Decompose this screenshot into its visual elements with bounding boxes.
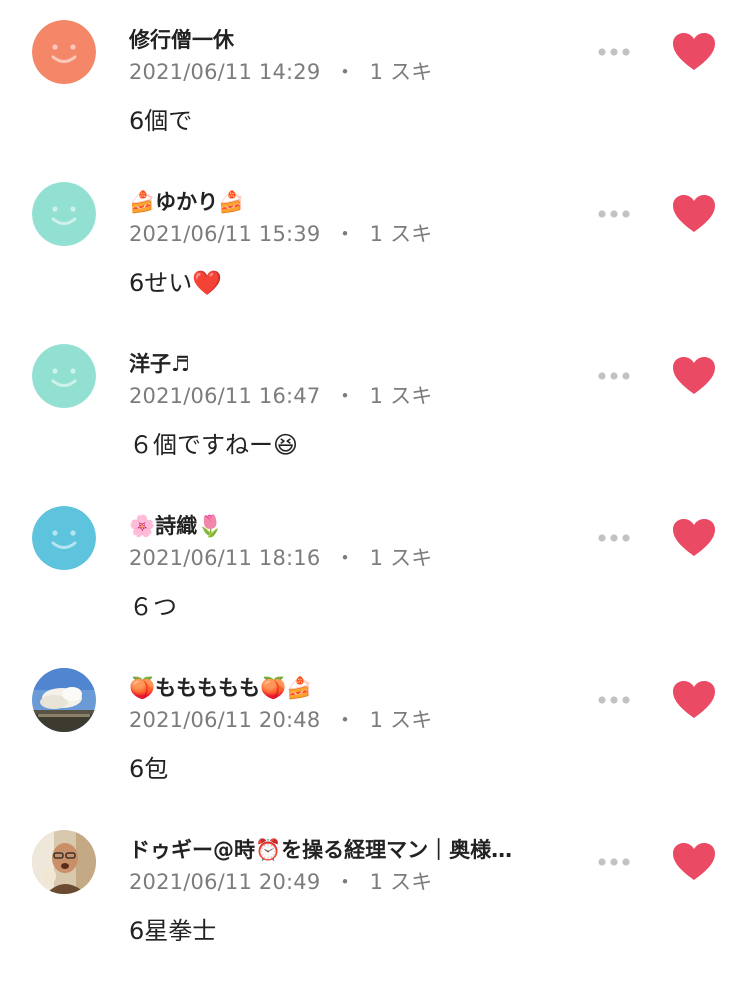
- comment-text: 6せい❤️: [129, 269, 223, 297]
- comment-author-name[interactable]: 🍑ももももも🍑🍰: [129, 674, 312, 702]
- comment-like-count[interactable]: 1 スキ: [370, 382, 433, 410]
- meta-separator: ・: [334, 870, 356, 894]
- meta-separator: ・: [334, 384, 356, 408]
- comment-text: ６つ: [129, 593, 177, 621]
- comment-author-name[interactable]: 洋子♬: [129, 350, 190, 378]
- comment-like-count[interactable]: 1 スキ: [370, 220, 433, 248]
- comment-timestamp: 2021/06/11 20:48: [129, 708, 321, 732]
- like-heart-icon[interactable]: [672, 680, 716, 720]
- comment-timestamp: 2021/06/11 18:16: [129, 546, 321, 570]
- comment-timestamp: 2021/06/11 15:39: [129, 222, 321, 246]
- comment-timestamp: 2021/06/11 20:49: [129, 870, 321, 894]
- comment-author-name[interactable]: ドゥギー@時⏰を操る経理マン｜奥様…: [129, 836, 512, 864]
- like-heart-icon[interactable]: [672, 842, 716, 882]
- more-options-icon[interactable]: [596, 690, 632, 710]
- like-heart-icon[interactable]: [672, 356, 716, 396]
- comment-timestamp: 2021/06/11 16:47: [129, 384, 321, 408]
- comment-item: 洋子♬ 2021/06/11 16:47 ・ 1 スキ ６個ですねー😆: [0, 336, 750, 498]
- more-options-icon[interactable]: [596, 366, 632, 386]
- comment-like-count[interactable]: 1 スキ: [370, 544, 433, 572]
- comment-text: ６個ですねー😆: [129, 431, 299, 459]
- comment-like-count[interactable]: 1 スキ: [370, 706, 433, 734]
- comment-item: 🍰ゆかり🍰 2021/06/11 15:39 ・ 1 スキ 6せい❤️: [0, 174, 750, 336]
- comment-item: 🍑ももももも🍑🍰 2021/06/11 20:48 ・ 1 スキ 6包: [0, 660, 750, 822]
- more-options-icon[interactable]: [596, 204, 632, 224]
- more-options-icon[interactable]: [596, 528, 632, 548]
- comment-text: 6包: [129, 755, 169, 783]
- meta-separator: ・: [334, 546, 356, 570]
- avatar[interactable]: [32, 344, 96, 408]
- comment-like-count[interactable]: 1 スキ: [370, 58, 433, 86]
- comment-author-name[interactable]: 🌸詩織🌷: [129, 512, 223, 540]
- comment-meta: 2021/06/11 20:49 ・ 1 スキ: [129, 868, 432, 896]
- comment-author-name[interactable]: 🍰ゆかり🍰: [129, 188, 244, 216]
- comment-meta: 2021/06/11 16:47 ・ 1 スキ: [129, 382, 432, 410]
- like-heart-icon[interactable]: [672, 194, 716, 234]
- comment-like-count[interactable]: 1 スキ: [370, 868, 433, 896]
- comment-item: 修行僧一休 2021/06/11 14:29 ・ 1 スキ 6個で: [0, 12, 750, 174]
- comment-meta: 2021/06/11 20:48 ・ 1 スキ: [129, 706, 432, 734]
- meta-separator: ・: [334, 708, 356, 732]
- like-heart-icon[interactable]: [672, 32, 716, 72]
- comment-text: 6個で: [129, 107, 193, 135]
- comment-meta: 2021/06/11 15:39 ・ 1 スキ: [129, 220, 432, 248]
- comment-meta: 2021/06/11 18:16 ・ 1 スキ: [129, 544, 432, 572]
- avatar[interactable]: [32, 830, 96, 894]
- avatar[interactable]: [32, 182, 96, 246]
- meta-separator: ・: [334, 60, 356, 84]
- comment-item: 🌸詩織🌷 2021/06/11 18:16 ・ 1 スキ ６つ: [0, 498, 750, 660]
- comment-text: 6星拳士: [129, 917, 217, 945]
- avatar[interactable]: [32, 20, 96, 84]
- more-options-icon[interactable]: [596, 852, 632, 872]
- more-options-icon[interactable]: [596, 42, 632, 62]
- comment-timestamp: 2021/06/11 14:29: [129, 60, 321, 84]
- avatar[interactable]: [32, 668, 96, 732]
- comment-author-name[interactable]: 修行僧一休: [129, 26, 234, 54]
- avatar[interactable]: [32, 506, 96, 570]
- comment-item: ドゥギー@時⏰を操る経理マン｜奥様… 2021/06/11 20:49 ・ 1 スキ 6…: [0, 822, 750, 984]
- like-heart-icon[interactable]: [672, 518, 716, 558]
- comment-meta: 2021/06/11 14:29 ・ 1 スキ: [129, 58, 432, 86]
- meta-separator: ・: [334, 222, 356, 246]
